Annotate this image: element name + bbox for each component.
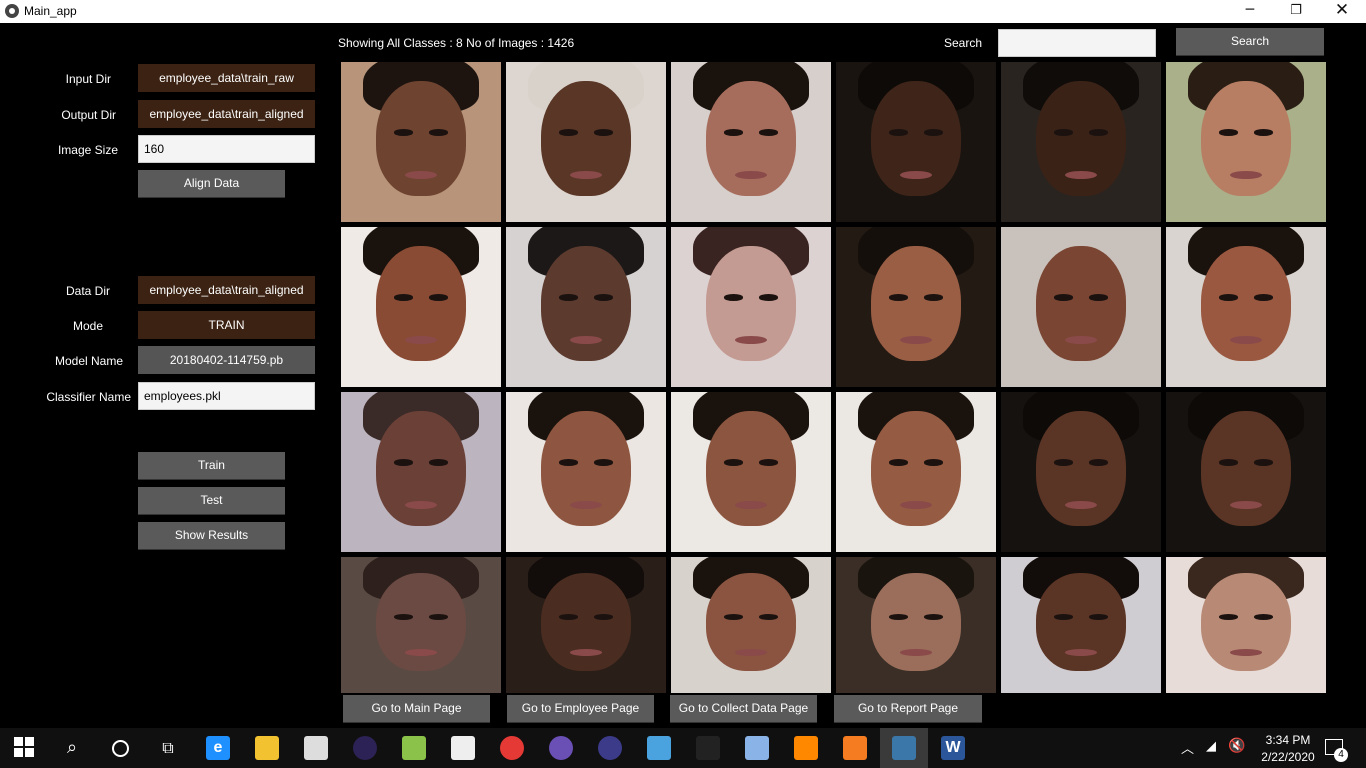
model-name-label: Model Name [54, 354, 123, 368]
train-button[interactable]: Train [138, 452, 285, 480]
control-panel-icon[interactable] [647, 736, 671, 760]
clock-date[interactable]: 2/22/2020 [1252, 750, 1324, 764]
notepadpp-icon[interactable] [402, 736, 426, 760]
face-image[interactable] [341, 62, 501, 222]
mail-icon[interactable] [451, 736, 475, 760]
cortana-icon[interactable] [108, 736, 132, 760]
face-image[interactable] [671, 62, 831, 222]
face-image[interactable] [341, 227, 501, 387]
face-image[interactable] [341, 557, 501, 693]
classifier-name-label: Classifier Name [46, 390, 131, 404]
search-button[interactable]: Search [1176, 28, 1324, 56]
app-icon [5, 4, 19, 18]
eclipse-icon[interactable] [353, 736, 377, 760]
face-image[interactable] [1001, 557, 1161, 693]
face-image[interactable] [836, 557, 996, 693]
input-dir-label: Input Dir [65, 72, 111, 86]
input-dir-field[interactable]: employee_data\train_raw [138, 64, 315, 92]
windows-start-icon[interactable] [14, 737, 34, 757]
search-icon[interactable]: ⌕ [60, 736, 84, 760]
file-explorer-icon[interactable] [255, 736, 279, 760]
minimize-button[interactable]: ─ [1227, 0, 1273, 23]
face-image[interactable] [1166, 62, 1326, 222]
align-data-button[interactable]: Align Data [138, 170, 285, 198]
maximize-button[interactable]: ❐ [1273, 0, 1319, 23]
python-icon[interactable] [892, 736, 916, 760]
xampp-icon[interactable] [843, 736, 867, 760]
network-icon[interactable]: ◢ [1206, 739, 1216, 754]
data-dir-field[interactable]: employee_data\train_aligned [138, 276, 315, 304]
face-image[interactable] [506, 557, 666, 693]
task-view-icon[interactable]: ⧉ [156, 736, 180, 760]
chevron-up-icon[interactable]: ︿ [1181, 738, 1194, 757]
face-image[interactable] [836, 392, 996, 552]
face-image[interactable] [1001, 62, 1161, 222]
face-image[interactable] [1001, 392, 1161, 552]
face-image[interactable] [1166, 227, 1326, 387]
anaconda-icon[interactable] [549, 736, 573, 760]
search-input[interactable] [998, 29, 1156, 57]
classifier-name-input[interactable]: employees.pkl [138, 382, 315, 410]
face-image[interactable] [506, 392, 666, 552]
image-grid [341, 62, 1327, 693]
search-label: Search [944, 36, 983, 50]
mode-label: Mode [72, 319, 103, 333]
store-icon[interactable] [304, 736, 328, 760]
output-dir-label: Output Dir [61, 108, 116, 122]
data-dir-label: Data Dir [65, 284, 110, 298]
face-image[interactable] [671, 227, 831, 387]
image-size-label: Image Size [57, 143, 118, 157]
face-image[interactable] [671, 392, 831, 552]
dataset-info: Showing All Classes : 8 No of Images : 1… [338, 36, 575, 50]
go-to-employee-page-button[interactable]: Go to Employee Page [507, 695, 654, 723]
face-image[interactable] [836, 62, 996, 222]
image-size-input[interactable]: 160 [138, 135, 315, 163]
face-image[interactable] [1001, 227, 1161, 387]
vlc-icon[interactable] [794, 736, 818, 760]
model-name-field[interactable]: 20180402-114759.pb [138, 346, 315, 374]
eclipse2-icon[interactable] [598, 736, 622, 760]
face-image[interactable] [836, 227, 996, 387]
go-to-collect-data-page-button[interactable]: Go to Collect Data Page [670, 695, 817, 723]
virtualbox-icon[interactable] [745, 736, 769, 760]
window-title: Main_app [24, 4, 77, 18]
terminal-icon[interactable] [696, 736, 720, 760]
mode-field[interactable]: TRAIN [138, 311, 315, 339]
go-to-report-page-button[interactable]: Go to Report Page [834, 695, 982, 723]
volume-muted-icon[interactable]: 🔇 [1228, 738, 1245, 754]
face-image[interactable] [1166, 557, 1326, 693]
title-bar: Main_app ─ ❐ ✕ [0, 0, 1366, 23]
notification-count: 4 [1334, 748, 1348, 762]
face-image[interactable] [506, 62, 666, 222]
face-image[interactable] [341, 392, 501, 552]
go-to-main-page-button[interactable]: Go to Main Page [343, 695, 490, 723]
ie-icon[interactable]: e [206, 736, 230, 760]
output-dir-field[interactable]: employee_data\train_aligned [138, 100, 315, 128]
app-content: Input Dir employee_data\train_raw Output… [0, 23, 1366, 728]
close-button[interactable]: ✕ [1319, 0, 1365, 23]
clock-time[interactable]: 3:34 PM [1258, 733, 1318, 747]
show-results-button[interactable]: Show Results [138, 522, 285, 550]
chrome-icon[interactable] [500, 736, 524, 760]
word-icon[interactable]: W [941, 736, 965, 760]
face-image[interactable] [671, 557, 831, 693]
taskbar: ⌕ ⧉ e W ︿ ◢ 🔇 3:34 PM 2/22/2020 4 [0, 728, 1366, 768]
face-image[interactable] [1166, 392, 1326, 552]
test-button[interactable]: Test [138, 487, 285, 515]
face-image[interactable] [506, 227, 666, 387]
